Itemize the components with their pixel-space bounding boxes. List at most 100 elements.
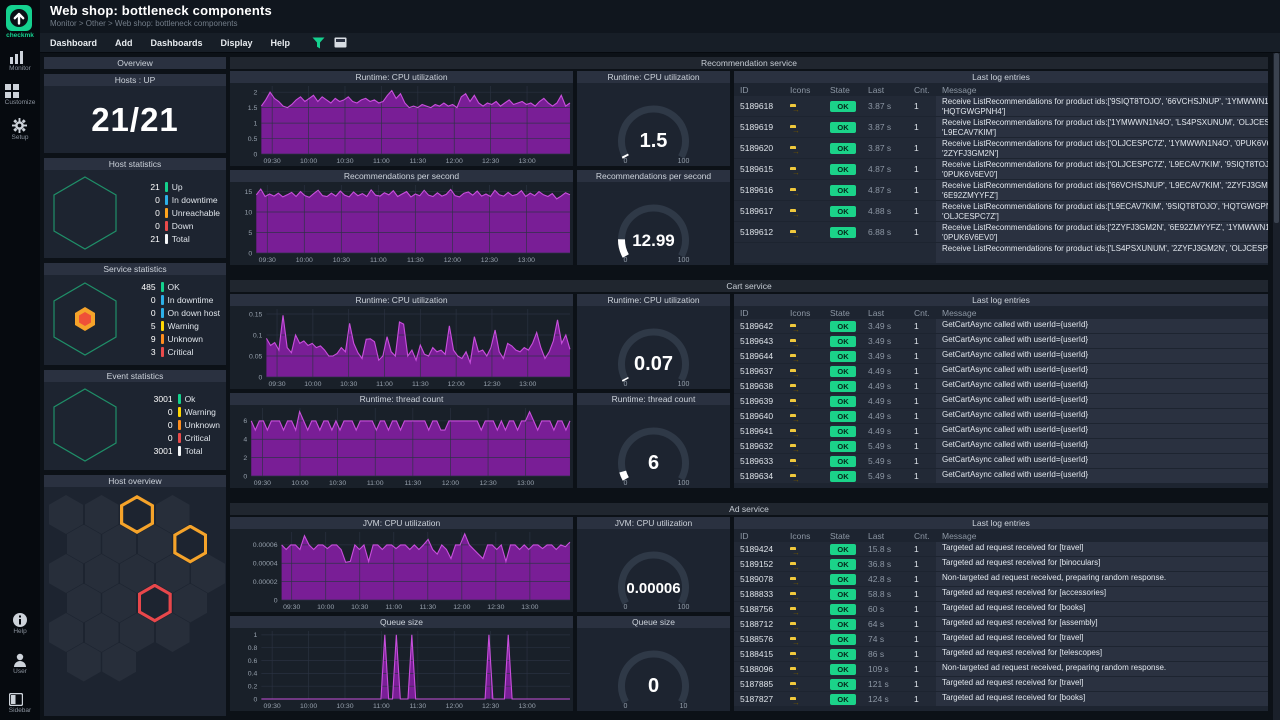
nav-item-sidebar[interactable]: Sidebar [9, 693, 31, 714]
graph-panel[interactable]: JVM: CPU utilization00.000020.000040.000… [230, 517, 573, 612]
log-row[interactable]: 5189643→OK3.49 s1GetCartAsync called wit… [734, 334, 1268, 348]
state-badge-ok: OK [830, 206, 856, 217]
folder-arrow: → [792, 652, 800, 663]
gauge-panel[interactable]: Runtime: thread count60100 [577, 393, 730, 488]
graph-panel[interactable]: Runtime: CPU utilization00.511.5209:3010… [230, 71, 573, 166]
log-row[interactable]: 5187885→OK121 s1Targeted ad request rece… [734, 677, 1268, 691]
svg-text:13:00: 13:00 [518, 703, 535, 710]
log-row[interactable]: 5189632→OK5.49 s1GetCartAsync called wit… [734, 439, 1268, 453]
nav-item-customize[interactable]: Customize [5, 84, 36, 106]
log-row[interactable]: 5189639→OK4.49 s1GetCartAsync called wit… [734, 394, 1268, 408]
svg-text:100: 100 [678, 158, 690, 165]
log-row[interactable]: 5189152→OK36.8 s1Targeted ad request rec… [734, 557, 1268, 571]
checkmk-logo[interactable]: checkmk [6, 5, 34, 39]
log-row[interactable]: 5189633→OK5.49 s1GetCartAsync called wit… [734, 454, 1268, 468]
log-row[interactable]: 5188576→OK74 s1Targeted ad request recei… [734, 632, 1268, 646]
legend-row: 0Unreachable [130, 207, 220, 220]
log-state-cell: OK [824, 471, 862, 482]
filter-funnel-icon[interactable] [312, 37, 325, 49]
log-row[interactable]: 5189638→OK4.49 s1GetCartAsync called wit… [734, 379, 1268, 393]
log-row[interactable]: 5189618→OK3.87 s1Receive ListRecommendat… [734, 96, 1268, 116]
log-last: 3.49 s [862, 336, 908, 346]
nav-label-setup: Setup [12, 134, 29, 141]
legend-count: 0 [130, 195, 160, 205]
section-title: Ad service [230, 503, 1268, 515]
log-row[interactable]: Receive ListRecommendations for product … [734, 243, 1268, 263]
folder-arrow: → [792, 459, 800, 470]
svg-text:11:30: 11:30 [412, 381, 429, 388]
legend-color-bar [165, 234, 168, 244]
event-hexagon-icon[interactable] [52, 387, 118, 463]
log-row[interactable]: 5189634→OK5.49 s1GetCartAsync called wit… [734, 469, 1268, 483]
service-statistics-title: Service statistics [44, 263, 226, 275]
gauge-panel[interactable]: Recommendations per second12.990100 [577, 170, 730, 265]
legend-label: Warning [168, 321, 199, 331]
log-message: Receive ListRecommendations for product … [936, 138, 1268, 158]
state-badge-ok: OK [830, 619, 856, 630]
view-toggle-icon[interactable] [334, 37, 347, 48]
gauge-panel[interactable]: Queue size0010 [577, 616, 730, 711]
log-row[interactable]: 5189640→OK4.49 s1GetCartAsync called wit… [734, 409, 1268, 423]
log-row[interactable]: 5188756→OK60 s1Targeted ad request recei… [734, 602, 1268, 616]
log-last: 4.49 s [862, 411, 908, 421]
menu-item-help[interactable]: Help [271, 38, 291, 48]
nav-item-monitor[interactable]: Monitor [9, 51, 31, 72]
log-column-headers: IDIconsStateLastCnt.Message [734, 529, 1268, 542]
log-row[interactable]: 5189620→OK3.87 s1Receive ListRecommendat… [734, 138, 1268, 158]
legend-count: 0 [126, 308, 156, 318]
svg-text:0: 0 [259, 374, 263, 381]
log-row[interactable]: 5189642→OK3.49 s1GetCartAsync called wit… [734, 319, 1268, 333]
log-row[interactable]: 5188415→OK86 s1Targeted ad request recei… [734, 647, 1268, 661]
folder-arrow: → [792, 104, 800, 115]
log-row[interactable]: 5188833→OK58.8 s1Targeted ad request rec… [734, 587, 1268, 601]
log-panel: Last log entriesIDIconsStateLastCnt.Mess… [734, 71, 1268, 265]
log-column-header: State [824, 308, 862, 318]
svg-text:0: 0 [624, 480, 628, 487]
svg-text:13:00: 13:00 [518, 158, 535, 165]
log-row[interactable]: 5187827→OK124 s1Targeted ad request rece… [734, 692, 1268, 706]
log-row[interactable]: 5189424→OK15.8 s1Targeted ad request rec… [734, 542, 1268, 556]
log-row[interactable]: 5188096→OK109 s1Non-targeted ad request … [734, 662, 1268, 676]
svg-text:0.5: 0.5 [248, 136, 258, 143]
menu-item-dashboard[interactable]: Dashboard [50, 38, 97, 48]
menu-item-display[interactable]: Display [221, 38, 253, 48]
graph-panel[interactable]: Recommendations per second05101509:3010:… [230, 170, 573, 265]
log-row[interactable]: 5189617→OK4.88 s1Receive ListRecommendat… [734, 201, 1268, 221]
nav-item-user[interactable]: User [13, 653, 27, 675]
event-statistics-body: 3001Ok0Warning0Unknown0Critical3001Total [44, 382, 226, 470]
log-row[interactable]: 5189637→OK4.49 s1GetCartAsync called wit… [734, 364, 1268, 378]
log-state-cell: OK [824, 227, 862, 238]
host-statistics-body: 21Up0In downtime0Unreachable0Down21Total [44, 170, 226, 258]
nav-item-help[interactable]: Help [13, 613, 27, 635]
service-hexagon-icon[interactable] [52, 281, 118, 357]
log-count: 1 [908, 441, 936, 451]
log-row[interactable]: 5189619→OK3.87 s1Receive ListRecommendat… [734, 117, 1268, 137]
log-row[interactable]: 5189616→OK4.87 s1Receive ListRecommendat… [734, 180, 1268, 200]
nav-item-setup[interactable]: Setup [12, 118, 29, 141]
gauge-panel[interactable]: Runtime: CPU utilization1.50100 [577, 71, 730, 166]
state-badge-ok: OK [830, 694, 856, 705]
graph-panel[interactable]: Runtime: CPU utilization00.050.10.1509:3… [230, 294, 573, 389]
log-row[interactable]: 5189612→OK6.88 s1Receive ListRecommendat… [734, 222, 1268, 242]
hosts-up-panel[interactable]: Hosts : UP 21/21 [44, 74, 226, 153]
log-row[interactable]: 5189644→OK3.49 s1GetCartAsync called wit… [734, 349, 1268, 363]
log-row[interactable]: 5189078→OK42.8 s1Non-targeted ad request… [734, 572, 1268, 586]
folder-arrow: → [792, 577, 800, 588]
legend-count: 9 [126, 334, 156, 344]
log-row[interactable]: 5189615→OK4.87 s1Receive ListRecommendat… [734, 159, 1268, 179]
gauge-panel[interactable]: Runtime: CPU utilization0.070100 [577, 294, 730, 389]
page-scrollbar-thumb[interactable] [1274, 53, 1279, 223]
page-scrollbar[interactable] [1273, 53, 1280, 720]
log-row[interactable]: 5188712→OK64 s1Targeted ad request recei… [734, 617, 1268, 631]
host-hexagon-icon[interactable] [52, 175, 118, 251]
graph-panel[interactable]: Runtime: thread count024609:3010:0010:30… [230, 393, 573, 488]
log-row[interactable]: 5189641→OK4.49 s1GetCartAsync called wit… [734, 424, 1268, 438]
log-message: Targeted ad request received for [travel… [936, 542, 1268, 556]
menu-item-add[interactable]: Add [115, 38, 133, 48]
svg-text:12:00: 12:00 [453, 604, 470, 611]
gauge-panel[interactable]: JVM: CPU utilization0.000060100 [577, 517, 730, 612]
menu-item-dashboards[interactable]: Dashboards [151, 38, 203, 48]
graph-panel[interactable]: Queue size00.20.40.60.8109:3010:0010:301… [230, 616, 573, 711]
checkmk-logo-icon [6, 5, 32, 31]
gauge-title: Runtime: CPU utilization [577, 71, 730, 83]
